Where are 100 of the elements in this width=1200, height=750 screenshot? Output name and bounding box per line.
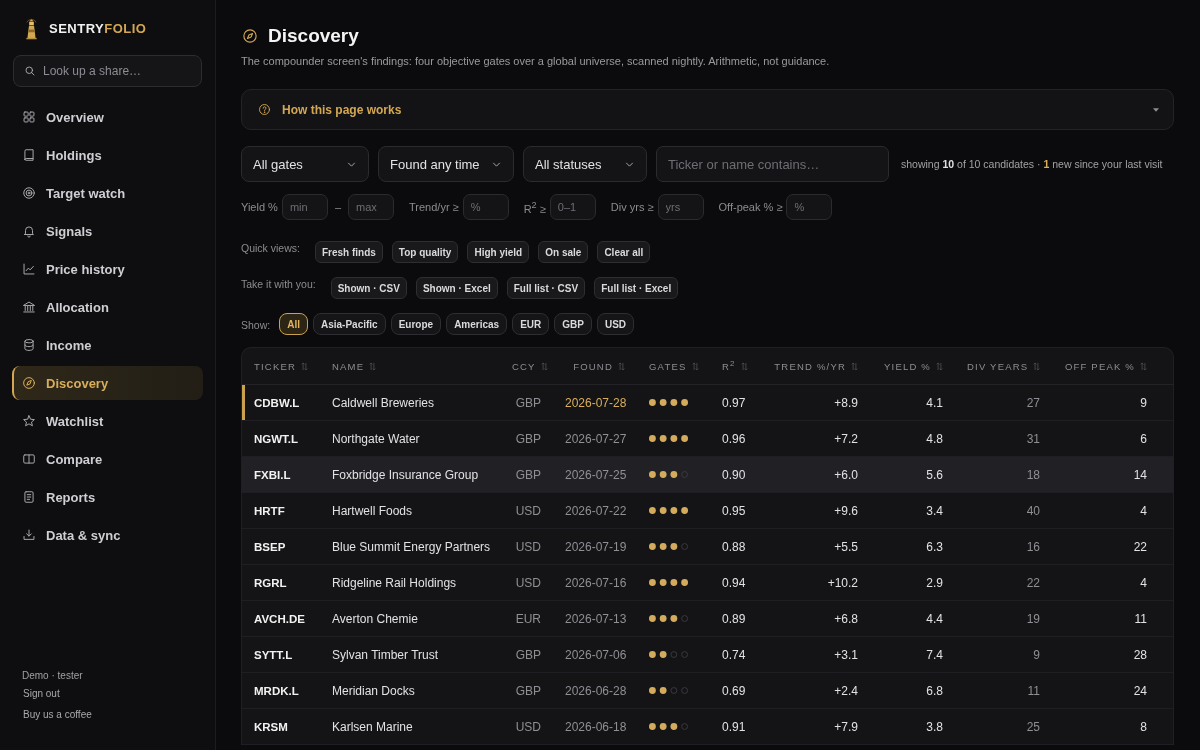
nav-item[interactable]: Price history xyxy=(12,252,203,286)
table-cell: 8 xyxy=(1140,719,1147,734)
search-field[interactable]: Look up a share… xyxy=(13,55,202,87)
input-field[interactable]: max xyxy=(348,194,394,220)
database-icon xyxy=(22,338,36,352)
table-cell: USD xyxy=(515,503,541,518)
row-label: Show: xyxy=(241,318,271,331)
help-panel[interactable]: How this page works xyxy=(241,89,1174,130)
input-field[interactable]: min xyxy=(281,194,328,220)
dropdown[interactable]: Found any time xyxy=(378,146,514,182)
input-field[interactable]: 0–1 xyxy=(549,194,596,220)
table-cell: 2026-07-13 xyxy=(565,611,627,626)
table-row[interactable]: NGWT.L Northgate Water GBP 2026-07-27 0.96 +7.2 4.8 31 6 xyxy=(242,420,1173,457)
column-header[interactable]: R$^{2}$ xyxy=(722,359,748,373)
line-chart-icon xyxy=(22,262,36,276)
quick-view-button[interactable]: On sale xyxy=(538,241,589,263)
table-row[interactable]: MRDK.L Meridian Docks GBP 2026-06-28 0.69 +2.4 6.8 11 24 xyxy=(242,672,1173,709)
table-cell: 2026-07-28 xyxy=(565,395,627,410)
table-cell: 5.6 xyxy=(926,467,943,482)
nav-item[interactable]: Data & sync xyxy=(12,518,203,552)
table-cell: 0.89 xyxy=(722,611,746,626)
export-button[interactable]: Full list · Excel xyxy=(594,277,679,299)
nav-item[interactable]: Income xyxy=(12,328,203,362)
column-header[interactable]: TICKER xyxy=(254,360,309,372)
filter-chip[interactable]: Europe xyxy=(390,313,442,335)
quick-view-button[interactable]: Clear all xyxy=(597,241,651,263)
search-field[interactable]: Ticker or name contains… xyxy=(656,146,889,182)
table-cell: 2026-06-18 xyxy=(565,719,627,734)
nav-item[interactable]: Compare xyxy=(12,442,203,476)
column-header[interactable]: OFF PEAK % xyxy=(1064,360,1147,372)
table-cell: 2026-07-06 xyxy=(565,647,627,662)
filter-chip[interactable]: USD xyxy=(596,313,635,335)
nav-item[interactable]: Reports xyxy=(12,480,203,514)
table-cell: 6.3 xyxy=(926,539,943,554)
nav-item[interactable]: Allocation xyxy=(12,290,203,324)
page-title: Discovery xyxy=(268,25,359,47)
export-button[interactable]: Shown · Excel xyxy=(415,277,498,299)
quick-view-button[interactable]: Fresh finds xyxy=(314,241,383,263)
table-row[interactable]: FXBI.L Foxbridge Insurance Group GBP 2026-07-25 0.90 +6.0 5.6 18 14 xyxy=(242,456,1173,493)
ticker-cell: NGWT.L xyxy=(254,432,299,445)
input-field[interactable]: yrs xyxy=(657,194,704,220)
footer-link[interactable]: Sign out xyxy=(23,688,60,699)
table-cell: 0.96 xyxy=(722,431,746,446)
table-cell: 0.95 xyxy=(722,503,746,518)
nav-item[interactable]: Watchlist xyxy=(12,404,203,438)
nav-item[interactable]: Discovery xyxy=(12,366,203,400)
table-cell: 2026-07-22 xyxy=(565,503,627,518)
nav-item[interactable]: Holdings xyxy=(12,138,203,172)
table-row[interactable]: BSEP Blue Summit Energy Partners USD 2026-07-19 0.88 +5.5 6.3 16 22 xyxy=(242,528,1173,565)
table-cell: 18 xyxy=(1026,467,1040,482)
table-cell: 0.94 xyxy=(722,575,746,590)
table-row[interactable]: RGRL Ridgeline Rail Holdings USD 2026-07-16 0.94 +10.2 2.9 22 4 xyxy=(242,564,1173,601)
table-cell: 25 xyxy=(1026,719,1040,734)
filter-chip[interactable]: GBP xyxy=(554,313,592,335)
row-label: Quick views: xyxy=(241,242,300,254)
column-header[interactable]: GATES xyxy=(649,360,699,372)
target-icon xyxy=(22,186,36,200)
ticker-cell: AVCH.DE xyxy=(254,612,305,625)
column-header[interactable]: FOUND xyxy=(573,360,625,372)
column-header[interactable]: TREND %/YR xyxy=(774,360,858,372)
brand-name: SENTRYFOLIO xyxy=(49,20,147,36)
table-cell: 9 xyxy=(1140,395,1147,410)
nav-item[interactable]: Overview xyxy=(12,100,203,134)
input-field[interactable]: % xyxy=(462,194,509,220)
footer-link[interactable]: Buy us a coffee xyxy=(23,709,92,720)
column-header[interactable]: NAME xyxy=(332,360,377,372)
caret-icon xyxy=(1153,107,1159,112)
table-cell: 9 xyxy=(1033,647,1040,662)
columns-icon xyxy=(22,452,36,466)
column-header[interactable]: CCY xyxy=(512,360,548,372)
name-cell: Averton Chemie xyxy=(332,611,418,626)
nav-item[interactable]: Target watch xyxy=(12,176,203,210)
export-button[interactable]: Shown · CSV xyxy=(330,277,407,299)
table-row[interactable]: HRTF Hartwell Foods USD 2026-07-22 0.95 +9.6 3.4 40 4 xyxy=(242,492,1173,529)
table-cell: 22 xyxy=(1026,575,1040,590)
table-cell: GBP xyxy=(515,431,541,446)
table-cell: 14 xyxy=(1133,467,1147,482)
table-cell: 0.69 xyxy=(722,683,746,698)
quick-view-button[interactable]: Top quality xyxy=(391,241,459,263)
filter-chip[interactable]: EUR xyxy=(512,313,550,335)
nav-item[interactable]: Signals xyxy=(12,214,203,248)
export-button[interactable]: Full list · CSV xyxy=(506,277,586,299)
grid-icon xyxy=(22,110,36,124)
quick-view-button[interactable]: High yield xyxy=(467,241,530,263)
input-field[interactable]: % xyxy=(786,194,833,220)
filter-label: Trend/yr ≥ xyxy=(409,201,459,213)
table-row[interactable]: CDBW.L Caldwell Breweries GBP 2026-07-28 0.97 +8.9 4.1 27 9 xyxy=(242,384,1173,421)
table-cell: +10.2 xyxy=(827,575,858,590)
dropdown[interactable]: All statuses xyxy=(523,146,647,182)
column-header[interactable]: DIV YEARS xyxy=(967,360,1041,372)
table-cell: 4 xyxy=(1140,503,1147,518)
book-icon xyxy=(22,148,36,162)
filter-chip[interactable]: Americas xyxy=(446,313,508,335)
dropdown[interactable]: All gates xyxy=(241,146,369,182)
table-row[interactable]: SYTT.L Sylvan Timber Trust GBP 2026-07-06 0.74 +3.1 7.4 9 28 xyxy=(242,636,1173,673)
filter-chip[interactable]: All xyxy=(279,313,308,335)
column-header[interactable]: YIELD % xyxy=(884,360,943,372)
table-row[interactable]: AVCH.DE Averton Chemie EUR 2026-07-13 0.89 +6.8 4.4 19 11 xyxy=(242,600,1173,637)
filter-chip[interactable]: Asia-Pacific xyxy=(312,313,386,335)
table-row[interactable]: KRSM Karlsen Marine USD 2026-06-18 0.91 +7.9 3.8 25 8 xyxy=(242,708,1173,745)
